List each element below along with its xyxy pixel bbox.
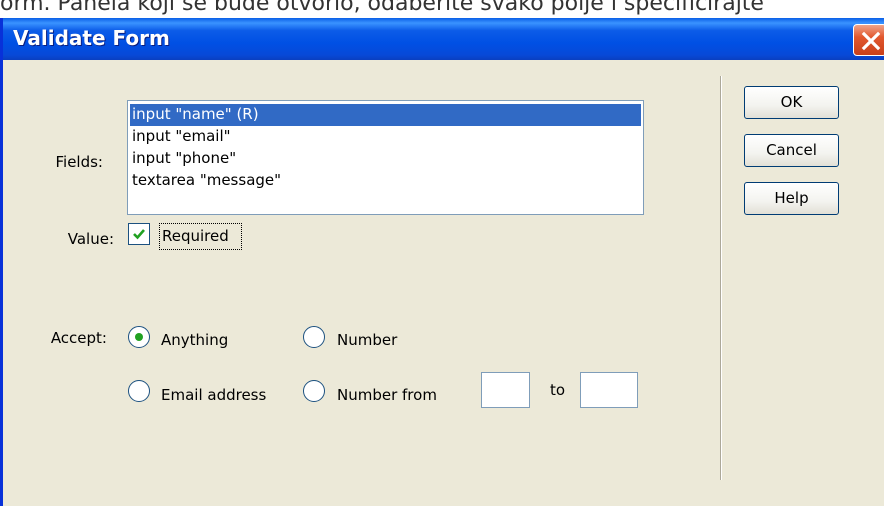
close-button[interactable]: [853, 24, 884, 56]
background-document-text: orm. Panela koji se bude otvorio, odaber…: [0, 0, 764, 16]
validate-form-dialog: Validate Form Fields: input "name" (R) i…: [0, 18, 884, 506]
ok-button[interactable]: OK: [744, 86, 839, 119]
vertical-divider: [720, 76, 722, 480]
range-to-label: to: [550, 381, 566, 399]
radio-selected-dot: [135, 333, 143, 341]
checkmark-icon: [133, 229, 145, 240]
list-item-phone[interactable]: input "phone": [130, 148, 641, 170]
radio-anything-label[interactable]: Anything: [161, 331, 228, 349]
fields-listbox[interactable]: input "name" (R) input "email" input "ph…: [127, 100, 644, 215]
number-from-input[interactable]: [481, 372, 530, 408]
cancel-button[interactable]: Cancel: [744, 134, 839, 167]
help-button[interactable]: Help: [744, 182, 839, 215]
radio-number-from[interactable]: [303, 380, 325, 402]
dialog-title: Validate Form: [13, 26, 170, 50]
list-item-name[interactable]: input "name" (R): [130, 104, 641, 126]
radio-number-from-label[interactable]: Number from: [337, 386, 437, 404]
title-bar[interactable]: Validate Form: [3, 18, 884, 60]
radio-email-address-label[interactable]: Email address: [161, 386, 266, 404]
accept-label: Accept:: [50, 329, 107, 347]
list-item-message[interactable]: textarea "message": [130, 170, 641, 192]
radio-number[interactable]: [303, 326, 325, 348]
radio-number-label[interactable]: Number: [337, 331, 397, 349]
close-x-icon: [861, 31, 881, 51]
number-to-input[interactable]: [580, 372, 638, 408]
radio-email-address[interactable]: [128, 380, 150, 402]
fields-label: Fields:: [55, 153, 104, 171]
required-label[interactable]: Required: [159, 223, 242, 250]
list-item-email[interactable]: input "email": [130, 126, 641, 148]
radio-anything[interactable]: [128, 326, 150, 348]
value-label: Value:: [67, 230, 114, 248]
required-checkbox[interactable]: [128, 223, 150, 245]
